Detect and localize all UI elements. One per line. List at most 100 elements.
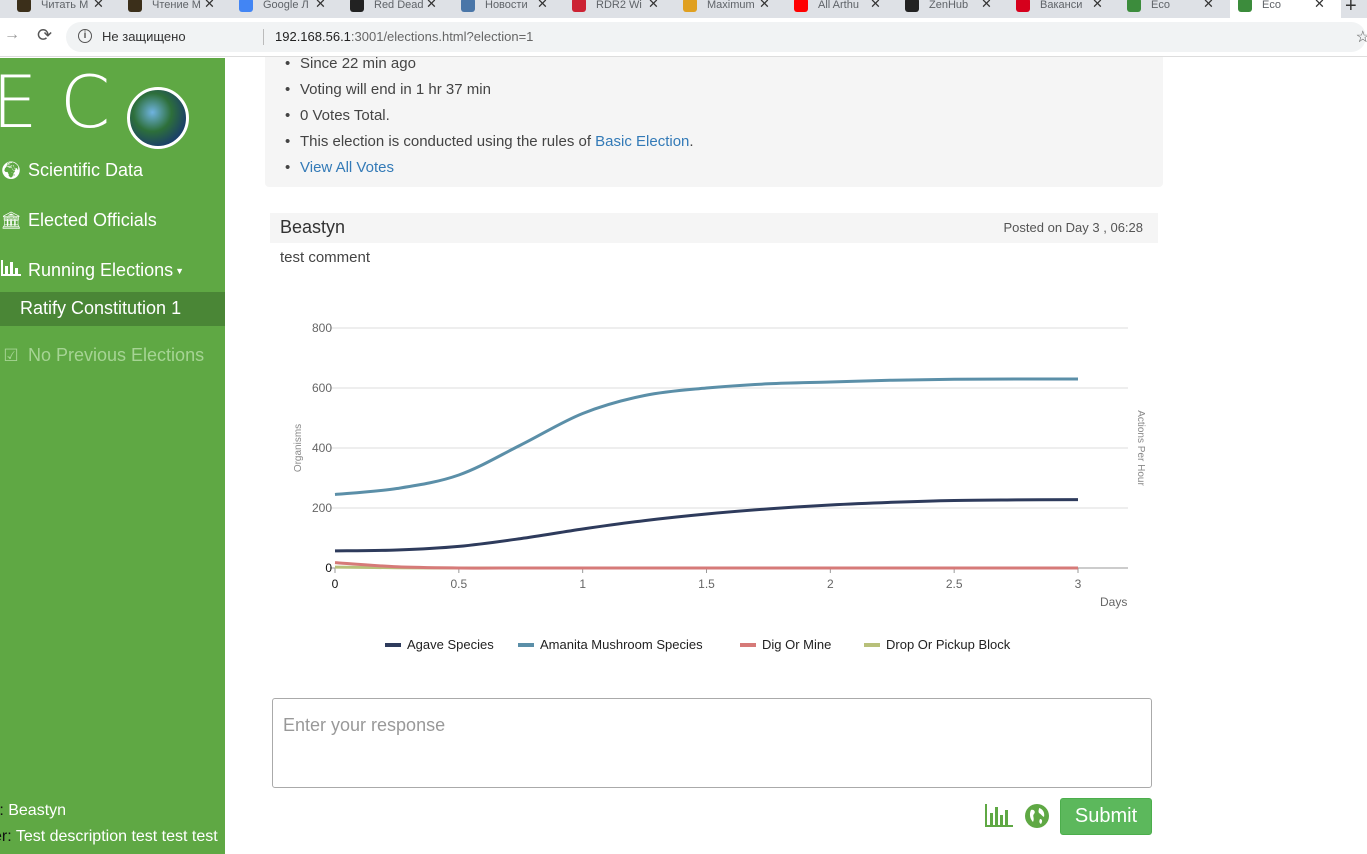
election-info-list: Since 22 min ago Voting will end in 1 hr…	[285, 51, 694, 181]
tab-close-icon[interactable]: ✕	[426, 0, 437, 12]
tab-close-icon[interactable]: ✕	[93, 0, 104, 12]
reload-icon[interactable]: ⟳	[37, 25, 52, 46]
server-description: Test description test test test	[15, 828, 218, 845]
info-icon[interactable]: i	[78, 29, 92, 43]
x-tick-label: 1.5	[698, 577, 715, 591]
sidebar-item-elected-officials[interactable]: 🏛︎ Elected Officials	[0, 210, 157, 231]
forward-icon[interactable]: →	[4, 26, 20, 44]
tab-close-icon[interactable]: ✕	[315, 0, 326, 12]
insecure-label: Не защищено	[102, 29, 186, 44]
tab-close-icon[interactable]: ✕	[870, 0, 881, 12]
address-bar[interactable]: i Не защищено 192.168.56.1:3001/election…	[66, 22, 1367, 52]
bookmark-star-icon[interactable]: ☆	[1356, 27, 1367, 47]
user-line: r: Beastyn	[0, 802, 66, 820]
bar-chart-icon	[0, 260, 22, 281]
sidebar-item-running-elections[interactable]: Running Elections ▼	[0, 260, 184, 281]
browser-tab-strip: Читать М ✕ Чтение М ✕ Google Л ✕ Red Dead ✕ Ново…	[0, 0, 1367, 18]
browser-tab[interactable]: Google Л ✕	[231, 0, 342, 18]
tab-close-icon[interactable]: ✕	[1314, 0, 1325, 12]
tab-close-icon[interactable]: ✕	[1092, 0, 1103, 12]
sidebar: E C 🌍︎ Scientific Data 🏛︎ Elected Offici…	[0, 58, 225, 854]
tab-label: Новости	[485, 0, 528, 11]
response-input[interactable]	[272, 698, 1152, 788]
tab-label: Google Л	[263, 0, 309, 11]
list-item: 0 Votes Total.	[285, 103, 694, 129]
sidebar-item-previous-elections: ☑ No Previous Elections	[0, 345, 204, 366]
user-label: r:	[0, 802, 4, 819]
browser-tab[interactable]: Eco ✕	[1119, 0, 1230, 18]
divider	[263, 29, 264, 45]
sidebar-item-scientific-data[interactable]: 🌍︎ Scientific Data	[0, 160, 143, 181]
tab-favicon-icon	[128, 0, 142, 12]
y-tick-label: 400	[312, 441, 332, 455]
x-tick-label: 2.5	[946, 577, 963, 591]
browser-tab[interactable]: Новости ✕	[453, 0, 564, 18]
y-tick-label: 800	[312, 321, 332, 335]
browser-tab[interactable]: RDR2 Wi ✕	[564, 0, 675, 18]
y-tick-label: 0	[325, 561, 332, 575]
tab-favicon-icon	[794, 0, 808, 12]
tab-label: Maximum	[707, 0, 755, 11]
bar-chart-button-icon[interactable]	[984, 803, 1014, 829]
tab-close-icon[interactable]: ✕	[1203, 0, 1214, 12]
sidebar-item-label: Scientific Data	[28, 160, 144, 180]
sidebar-item-label: Elected Officials	[28, 210, 157, 230]
tab-label: Ваканси	[1040, 0, 1083, 11]
tab-label: Eco	[1151, 0, 1170, 11]
browser-tab[interactable]: Ваканси ✕	[1008, 0, 1119, 18]
tab-favicon-icon	[1016, 0, 1030, 12]
tab-close-icon[interactable]: ✕	[759, 0, 770, 12]
rules-prefix: This election is conducted using the rul…	[300, 133, 596, 150]
url-text[interactable]: 192.168.56.1:3001/elections.html?electio…	[275, 29, 533, 44]
x-tick-label: 1	[579, 577, 586, 591]
logo-letter-e: E	[0, 60, 38, 144]
population-chart: 0 200 400 600 800 0 0.5 1 1.5 2 2.5 3 Days Organisms A…	[293, 321, 1146, 652]
tab-close-icon[interactable]: ✕	[648, 0, 659, 12]
tab-label: Eco	[1262, 0, 1281, 11]
new-tab-button[interactable]: +	[1345, 0, 1367, 18]
browser-tab[interactable]: Читать М ✕	[9, 0, 120, 18]
list-item: Since 22 min ago	[285, 51, 694, 77]
basic-election-link[interactable]: Basic Election	[595, 133, 689, 150]
tab-close-icon[interactable]: ✕	[537, 0, 548, 12]
x-tick-label: 0	[332, 577, 339, 591]
tab-label: All Arthu	[818, 0, 859, 11]
x-tick-label: 0.5	[450, 577, 467, 591]
logo-letter-c: C	[60, 60, 111, 144]
tab-close-icon[interactable]: ✕	[981, 0, 992, 12]
globe-icon: 🌍︎	[0, 160, 22, 180]
browser-tab[interactable]: Maximum ✕	[675, 0, 786, 18]
user-name: Beastyn	[8, 802, 67, 819]
browser-tab[interactable]: ZenHub ✕	[897, 0, 1008, 18]
comment-date: Posted on Day 3 , 06:28	[1003, 220, 1143, 235]
browser-tab[interactable]: Eco ✕	[1230, 0, 1341, 18]
tab-close-icon[interactable]: ✕	[204, 0, 215, 12]
x-axis-label: Days	[1100, 595, 1127, 609]
list-item: View All Votes	[285, 155, 694, 181]
sidebar-subitem-ratify-constitution[interactable]: Ratify Constitution 1	[0, 292, 225, 326]
tab-favicon-icon	[683, 0, 697, 12]
tab-favicon-icon	[239, 0, 253, 12]
view-all-votes-link[interactable]: View All Votes	[300, 159, 394, 176]
tab-favicon-icon	[1238, 0, 1252, 12]
comment-body: test comment	[280, 249, 371, 266]
browser-tab[interactable]: All Arthu ✕	[786, 0, 897, 18]
globe-button-icon[interactable]	[1025, 804, 1049, 828]
list-item: This election is conducted using the rul…	[285, 129, 694, 155]
eco-logo[interactable]: E C	[0, 60, 200, 149]
tab-favicon-icon	[572, 0, 586, 12]
legend-label: Agave Species	[407, 637, 494, 652]
tab-label: RDR2 Wi	[596, 0, 642, 11]
sidebar-item-label: No Previous Elections	[28, 345, 205, 365]
y-tick-label: 200	[312, 501, 332, 515]
election-info-panel: Since 22 min ago Voting will end in 1 hr…	[265, 51, 1163, 187]
institution-icon: 🏛︎	[0, 210, 22, 230]
browser-tab[interactable]: Чтение М ✕	[120, 0, 231, 18]
tab-favicon-icon	[350, 0, 364, 12]
tab-label: ZenHub	[929, 0, 969, 11]
series-line-dig-or-mine	[334, 561, 1078, 570]
browser-tab[interactable]: Red Dead ✕	[342, 0, 453, 18]
tab-favicon-icon	[461, 0, 475, 12]
submit-button[interactable]: Submit	[1060, 798, 1152, 835]
series-line-agave-species	[334, 498, 1079, 553]
